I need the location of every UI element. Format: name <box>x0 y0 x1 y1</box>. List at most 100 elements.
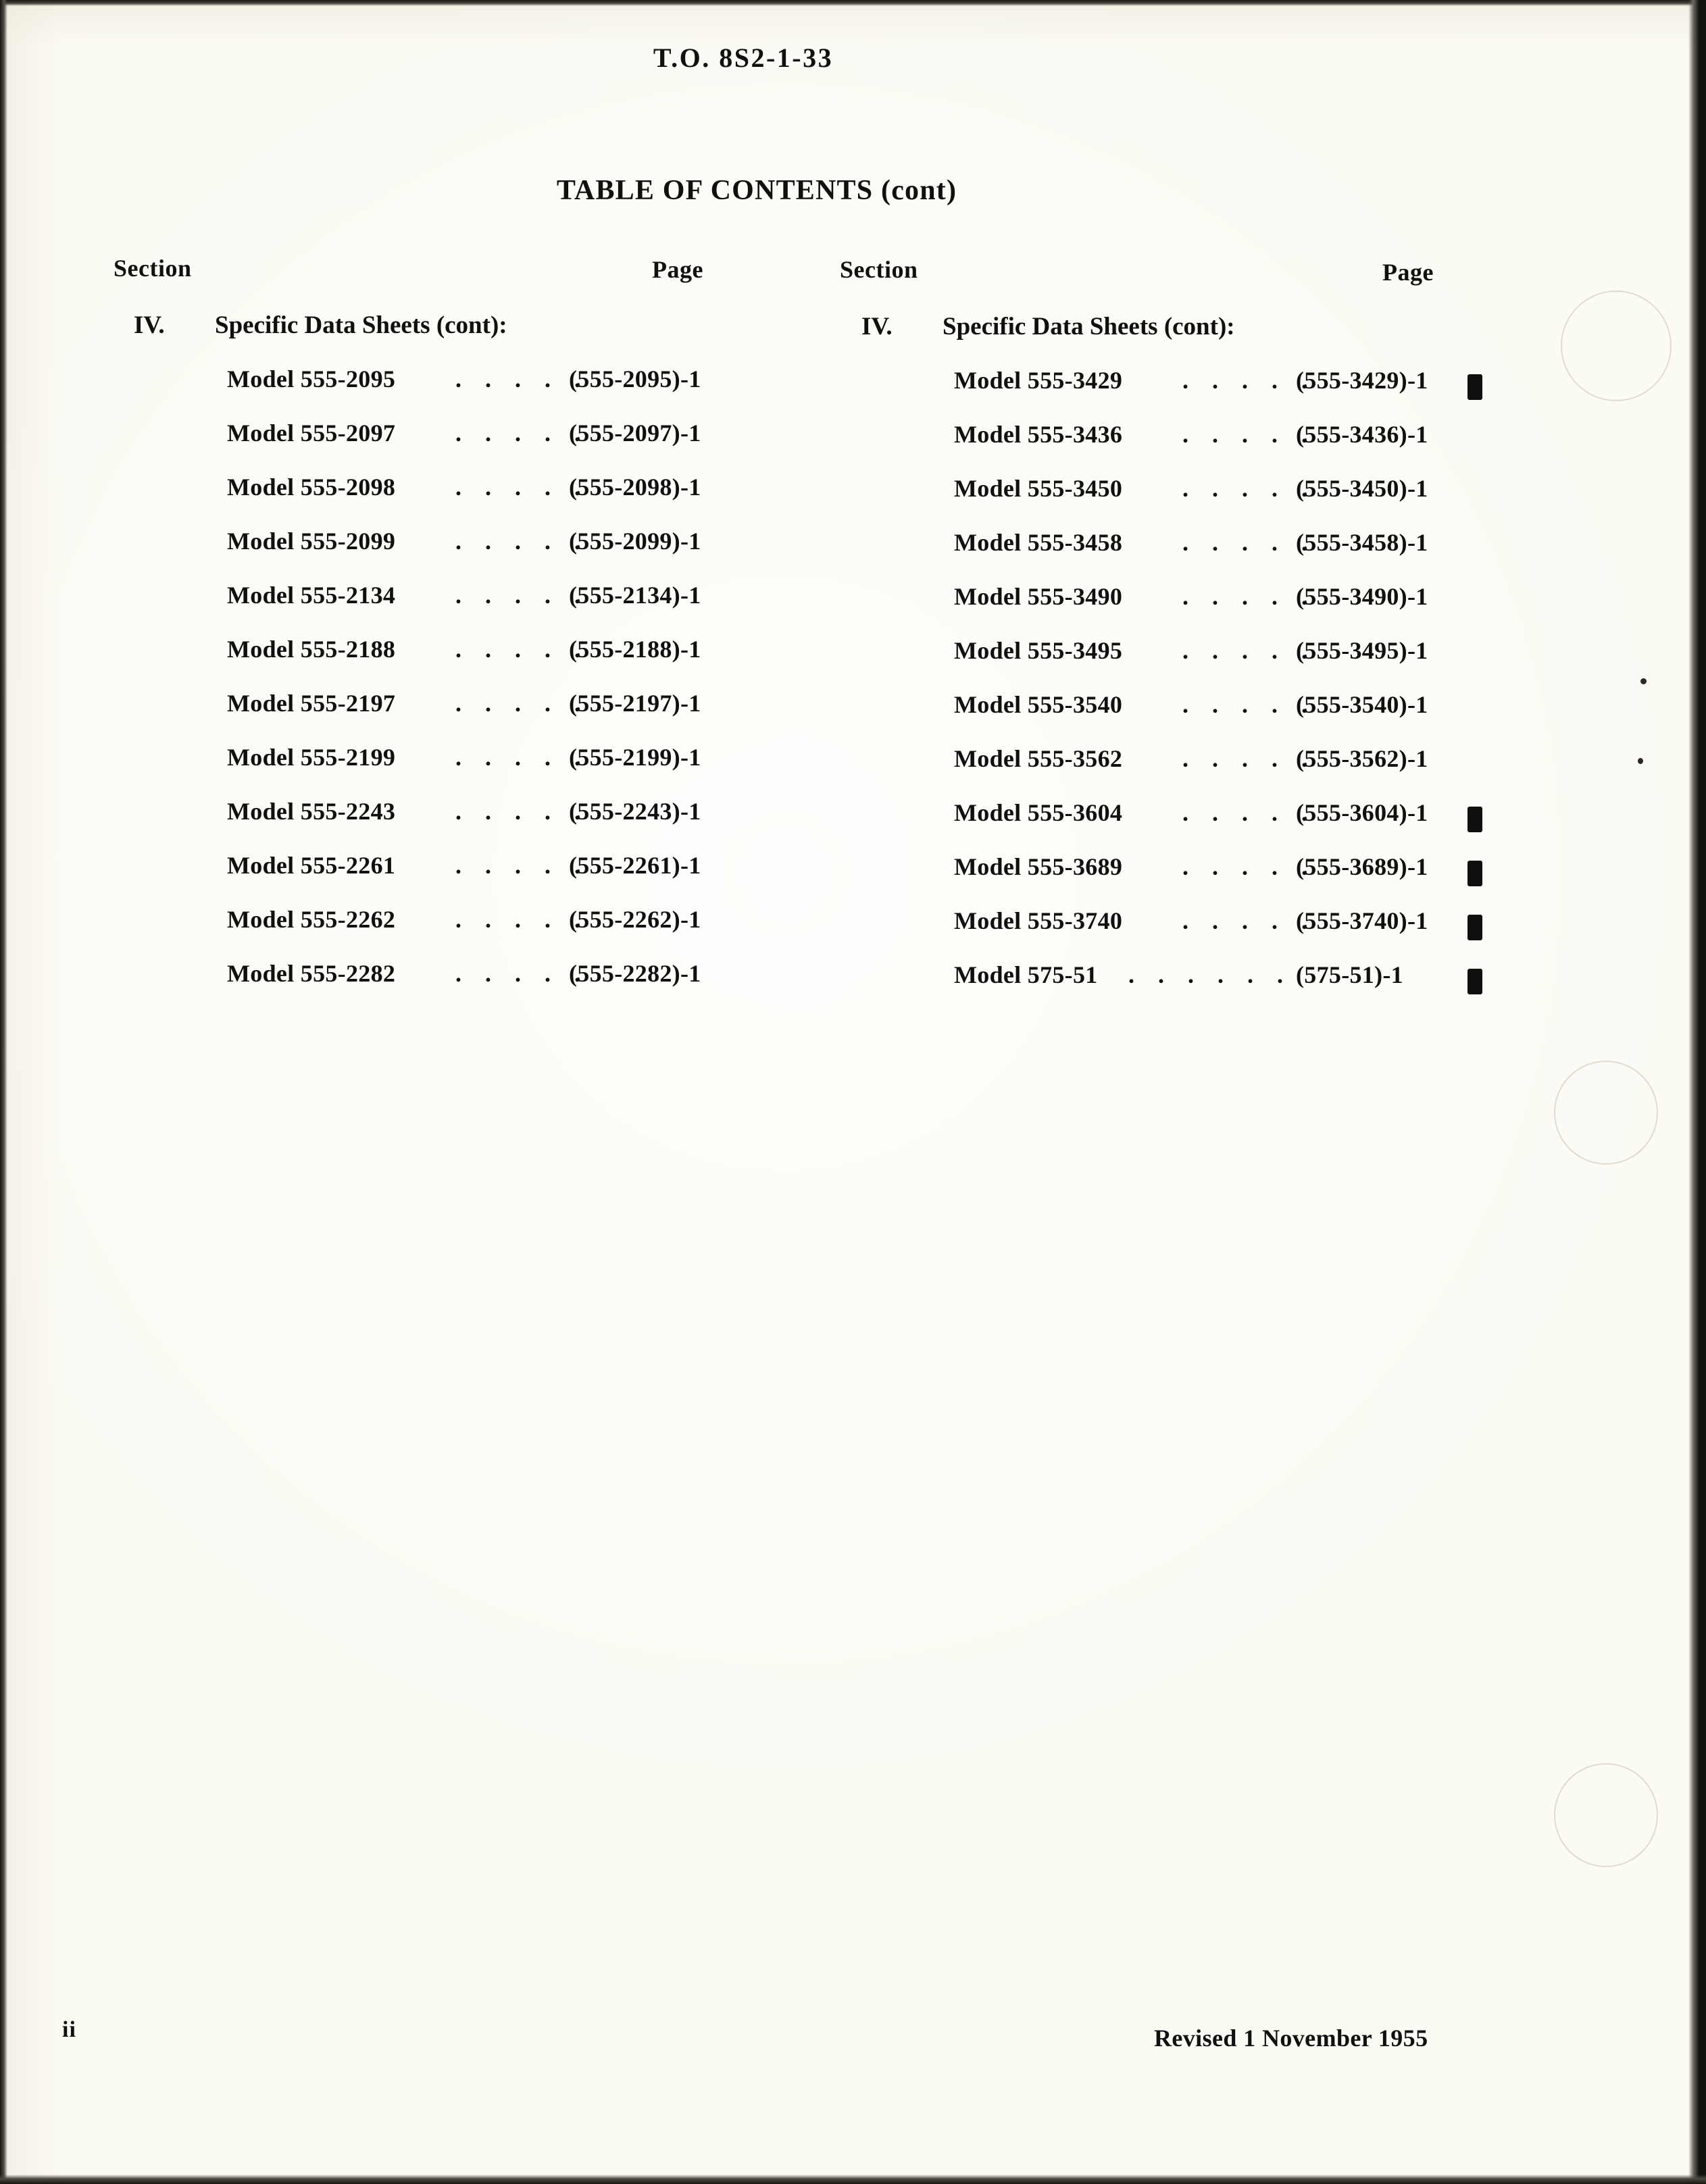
toc-entry[interactable]: Model 555-2098 . . . . . (555-2098)-1 <box>227 473 701 527</box>
toc-entry-dot-leader: . . . . . <box>1182 745 1316 772</box>
toc-entry[interactable]: Model 555-2243 . . . . . (555-2243)-1 <box>227 797 701 851</box>
toc-entry-dot-leader: . . . . . <box>455 744 589 771</box>
toc-entry-dot-leader: . . . . . <box>455 365 589 392</box>
toc-entry-label: Model 555-3604 <box>954 799 1123 826</box>
scan-edge-top <box>0 0 1706 6</box>
toc-entry-dot-leader: . . . . . <box>1182 583 1316 610</box>
toc-entry[interactable]: Model 555-3436 . . . . . (555-3436)-1 <box>954 420 1428 474</box>
toc-entry-label: Model 555-2095 <box>227 365 396 392</box>
toc-entry-dot-leader: . . . . . <box>455 528 589 555</box>
toc-entry-dot-leader: . . . . . <box>1182 529 1316 556</box>
toc-entry-label: Model 555-2099 <box>227 528 396 555</box>
toc-entry-page-reference: (555-3604)-1 <box>1296 799 1428 826</box>
toc-entry-label: Model 575-51 <box>954 961 1098 988</box>
toc-entry-label: Model 555-3740 <box>954 907 1123 934</box>
toc-entry-label: Model 555-2197 <box>227 690 396 717</box>
toc-entry-label: Model 555-3689 <box>954 853 1123 880</box>
toc-entry-page-reference: (555-3540)-1 <box>1296 691 1428 718</box>
toc-entry-dot-leader: . . . . . <box>1182 637 1316 664</box>
column-header-page-left: Page <box>652 256 703 283</box>
toc-entry-dot-leader: . . . . . <box>455 906 589 933</box>
toc-entry-dot-leader: . . . . . <box>455 474 589 501</box>
toc-entry-dot-leader: . . . . . <box>455 420 589 447</box>
document-number-header: T.O. 8S2-1-33 <box>653 43 834 73</box>
toc-entry-dot-leader: . . . . . <box>455 690 589 717</box>
toc-entry-page-reference: (555-2095)-1 <box>569 365 701 392</box>
revision-change-bar <box>1467 374 1482 400</box>
section-heading-left: IV. Specific Data Sheets (cont): <box>134 311 507 340</box>
toc-entry[interactable]: Model 555-2262 . . . . . (555-2262)-1 <box>227 905 701 959</box>
scan-edge-bottom <box>0 2175 1706 2184</box>
toc-entry-page-reference: (555-2197)-1 <box>569 690 701 717</box>
section-heading-right: IV. Specific Data Sheets (cont): <box>861 312 1235 341</box>
toc-entry[interactable]: Model 555-3562 . . . . . (555-3562)-1 <box>954 744 1428 798</box>
toc-entry-page-reference: (555-3490)-1 <box>1296 583 1428 610</box>
toc-entry-page-reference: (555-3740)-1 <box>1296 907 1428 934</box>
toc-entry-page-reference: (555-2262)-1 <box>569 906 701 933</box>
toc-entry-label: Model 555-3429 <box>954 367 1123 394</box>
toc-entry[interactable]: Model 555-2099 . . . . . (555-2099)-1 <box>227 527 701 581</box>
toc-entry[interactable]: Model 575-51 . . . . . . (575-51)-1 <box>954 961 1482 1015</box>
toc-entry[interactable]: Model 555-3540 . . . . . (555-3540)-1 <box>954 690 1428 744</box>
toc-entry[interactable]: Model 555-2097 . . . . . (555-2097)-1 <box>227 419 701 473</box>
scan-edge-right <box>1688 0 1706 2184</box>
revision-date: Revised 1 November 1955 <box>1154 2025 1428 2052</box>
toc-entry-label: Model 555-3490 <box>954 583 1123 610</box>
section-title-right: Specific Data Sheets (cont): <box>943 313 1235 340</box>
toc-entry-page-reference: (555-3689)-1 <box>1296 853 1428 880</box>
toc-entry[interactable]: Model 555-2197 . . . . . (555-2197)-1 <box>227 689 701 743</box>
toc-entry-dot-leader: . . . . . <box>455 798 589 825</box>
toc-entry[interactable]: Model 555-3450 . . . . . (555-3450)-1 <box>954 474 1428 528</box>
section-title-left: Specific Data Sheets (cont): <box>215 311 507 339</box>
toc-entry[interactable]: Model 555-2199 . . . . . (555-2199)-1 <box>227 743 701 797</box>
toc-entry[interactable]: Model 555-3740 . . . . . (555-3740)-1 <box>954 907 1482 961</box>
toc-entry-page-reference: (555-3450)-1 <box>1296 475 1428 502</box>
toc-entry[interactable]: Model 555-2282 . . . . . (555-2282)-1 <box>227 959 701 1013</box>
toc-entry-label: Model 555-3495 <box>954 637 1123 664</box>
toc-entry[interactable]: Model 555-3490 . . . . . (555-3490)-1 <box>954 582 1428 636</box>
scan-speck-artifact <box>1638 758 1643 764</box>
toc-entry-dot-leader: . . . . . <box>1182 853 1316 880</box>
section-number-left: IV. <box>134 311 165 339</box>
scan-ring-artifact <box>1561 290 1672 401</box>
toc-entry-label: Model 555-2134 <box>227 582 396 609</box>
toc-entry-page-reference: (555-2243)-1 <box>569 798 701 825</box>
toc-entry[interactable]: Model 555-2134 . . . . . (555-2134)-1 <box>227 581 701 635</box>
toc-entry[interactable]: Model 555-2261 . . . . . (555-2261)-1 <box>227 851 701 905</box>
toc-entry-dot-leader: . . . . . <box>1182 421 1316 448</box>
toc-entry-page-reference: (555-2134)-1 <box>569 582 701 609</box>
toc-entry-page-reference: (555-2282)-1 <box>569 960 701 987</box>
toc-entry[interactable]: Model 555-3604 . . . . . (555-3604)-1 <box>954 798 1482 853</box>
toc-entry-dot-leader: . . . . . <box>455 636 589 663</box>
scan-speck-artifact <box>1640 678 1647 684</box>
toc-entry-page-reference: (555-2099)-1 <box>569 528 701 555</box>
toc-entry-dot-leader: . . . . . <box>455 960 589 987</box>
toc-entry-page-reference: (555-3429)-1 <box>1296 367 1428 394</box>
column-header-section-left: Section <box>114 255 192 282</box>
toc-entry[interactable]: Model 555-2188 . . . . . (555-2188)-1 <box>227 635 701 689</box>
toc-entry[interactable]: Model 555-2095 . . . . . (555-2095)-1 <box>227 365 701 419</box>
toc-entry-page-reference: (555-2199)-1 <box>569 744 701 771</box>
section-number-right: IV. <box>861 313 893 340</box>
toc-entry-page-reference: (555-3436)-1 <box>1296 421 1428 448</box>
toc-entry-dot-leader: . . . . . <box>1182 367 1316 394</box>
toc-entry[interactable]: Model 555-3429 . . . . . (555-3429)-1 <box>954 366 1482 420</box>
toc-entry-page-reference: (555-3458)-1 <box>1296 529 1428 556</box>
toc-entry[interactable]: Model 555-3458 . . . . . (555-3458)-1 <box>954 528 1428 582</box>
toc-entry-dot-leader: . . . . . <box>455 852 589 879</box>
toc-entry-label: Model 555-3562 <box>954 745 1123 772</box>
page-title: TABLE OF CONTENTS (cont) <box>556 175 957 206</box>
revision-change-bar <box>1467 915 1482 940</box>
toc-entry-dot-leader: . . . . . . <box>1128 961 1292 988</box>
toc-entry[interactable]: Model 555-3495 . . . . . (555-3495)-1 <box>954 636 1428 690</box>
toc-entry-label: Model 555-2098 <box>227 474 396 501</box>
toc-entry-label: Model 555-2243 <box>227 798 396 825</box>
toc-entry-label: Model 555-3436 <box>954 421 1123 448</box>
toc-entry-page-reference: (555-3495)-1 <box>1296 637 1428 664</box>
toc-entry-label: Model 555-2282 <box>227 960 396 987</box>
column-header-page-right: Page <box>1382 259 1434 286</box>
toc-entry-label: Model 555-2199 <box>227 744 396 771</box>
toc-entry[interactable]: Model 555-3689 . . . . . (555-3689)-1 <box>954 853 1482 907</box>
column-header-section-right: Section <box>840 256 918 283</box>
toc-entry-label: Model 555-2261 <box>227 852 396 879</box>
